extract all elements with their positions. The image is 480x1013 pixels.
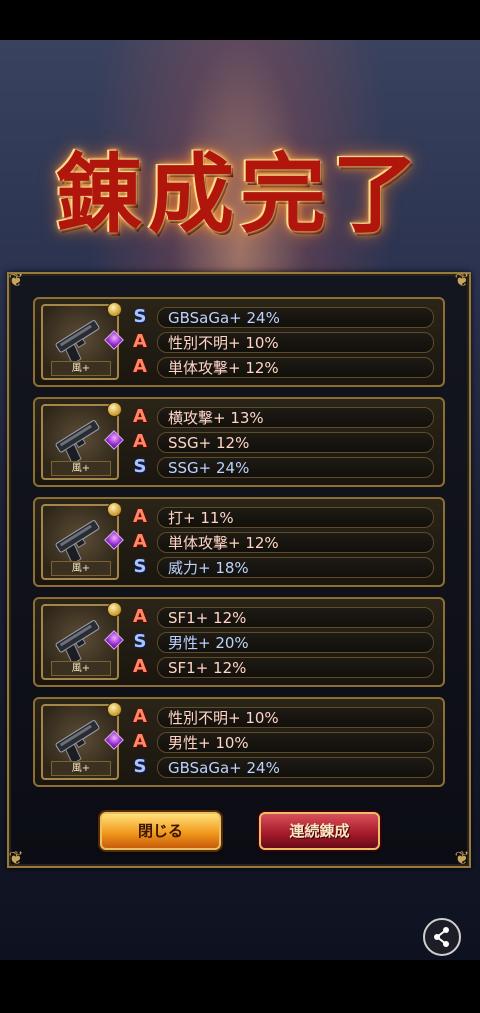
rank-s-icon: S (133, 456, 147, 477)
rank-a-icon: A (133, 356, 147, 377)
rank-s-icon: S (133, 306, 147, 327)
stat-row: 性別不明+ 10% (157, 707, 434, 728)
item-card: 風+ A 性別不明+ 10% A 男性+ 10% S GBSaGa+ 24% (33, 697, 445, 787)
stat-row: SSG+ 24% (157, 457, 434, 478)
element-label: 風+ (51, 461, 111, 476)
gold-medal-icon (107, 702, 122, 717)
rank-a-icon: A (133, 406, 147, 427)
stat-row: 横攻撃+ 13% (157, 407, 434, 428)
stat-text: 男性+ 10% (168, 734, 249, 752)
rank-a-icon: A (133, 656, 147, 677)
stat-row: SSG+ 12% (157, 432, 434, 453)
rank-a-icon: A (133, 531, 147, 552)
stat-text: 単体攻撃+ 12% (168, 359, 279, 377)
rank-a-icon: A (133, 706, 147, 727)
status-bar (0, 0, 480, 40)
navigation-bar (0, 960, 480, 1013)
stat-row: 男性+ 10% (157, 732, 434, 753)
item-card: 風+ A 横攻撃+ 13% A SSG+ 12% S SSG+ 24% (33, 397, 445, 487)
rank-s-icon: S (133, 631, 147, 652)
element-label: 風+ (51, 361, 111, 376)
rank-a-icon: A (133, 731, 147, 752)
stat-text: 打+ 11% (168, 509, 234, 527)
gold-medal-icon (107, 302, 122, 317)
corner-ornament-icon: ❦ (8, 848, 24, 869)
rank-a-icon: A (133, 506, 147, 527)
rank-s-icon: S (133, 756, 147, 777)
stat-text: 威力+ 18% (168, 559, 249, 577)
element-label: 風+ (51, 761, 111, 776)
share-icon (434, 927, 449, 947)
stat-row: GBSaGa+ 24% (157, 757, 434, 778)
corner-ornament-icon: ❦ (454, 270, 470, 291)
stat-row: SF1+ 12% (157, 657, 434, 678)
stat-row: GBSaGa+ 24% (157, 307, 434, 328)
element-label: 風+ (51, 561, 111, 576)
rank-s-icon: S (133, 556, 147, 577)
stat-row: 打+ 11% (157, 507, 434, 528)
stat-row: 単体攻撃+ 12% (157, 357, 434, 378)
item-card: 風+ S GBSaGa+ 24% A 性別不明+ 10% A 単体攻撃+ 12% (33, 297, 445, 387)
stat-row: 単体攻撃+ 12% (157, 532, 434, 553)
close-button[interactable]: 閉じる (100, 812, 221, 850)
element-label: 風+ (51, 661, 111, 676)
item-card: 風+ A SF1+ 12% S 男性+ 20% A SF1+ 12% (33, 597, 445, 687)
stat-text: 単体攻撃+ 12% (168, 534, 279, 552)
stat-row: 威力+ 18% (157, 557, 434, 578)
corner-ornament-icon: ❦ (8, 270, 24, 291)
stat-text: 性別不明+ 10% (168, 709, 279, 727)
stat-text: SSG+ 24% (168, 459, 250, 477)
stat-text: GBSaGa+ 24% (168, 759, 280, 777)
stat-row: SF1+ 12% (157, 607, 434, 628)
stat-text: SF1+ 12% (168, 659, 247, 677)
stat-row: 性別不明+ 10% (157, 332, 434, 353)
stat-text: SSG+ 12% (168, 434, 250, 452)
rank-a-icon: A (133, 331, 147, 352)
share-button[interactable] (423, 918, 461, 956)
item-card: 風+ A 打+ 11% A 単体攻撃+ 12% S 威力+ 18% (33, 497, 445, 587)
stat-text: GBSaGa+ 24% (168, 309, 280, 327)
corner-ornament-icon: ❦ (454, 848, 470, 869)
rank-a-icon: A (133, 431, 147, 452)
gold-medal-icon (107, 502, 122, 517)
gold-medal-icon (107, 402, 122, 417)
stat-text: 男性+ 20% (168, 634, 249, 652)
continue-refine-button[interactable]: 連続錬成 (259, 812, 380, 850)
stat-text: 性別不明+ 10% (168, 334, 279, 352)
page-title: 錬成完了 (56, 144, 424, 245)
rank-a-icon: A (133, 606, 147, 627)
gold-medal-icon (107, 602, 122, 617)
stat-text: SF1+ 12% (168, 609, 247, 627)
stat-text: 横攻撃+ 13% (168, 409, 264, 427)
stat-row: 男性+ 20% (157, 632, 434, 653)
